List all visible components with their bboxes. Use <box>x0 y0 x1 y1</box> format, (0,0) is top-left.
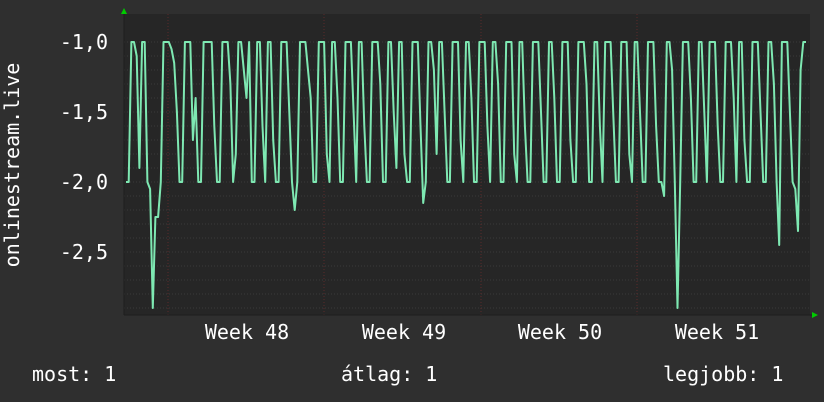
legend-current: most: 1 <box>32 362 117 386</box>
y-tick-label: -2,0 <box>60 170 108 194</box>
chart-frame: -1,0 -1,5 -2,0 -2,5 Week 48 Week 49 Week 50 We… <box>0 0 824 402</box>
y-axis-arrow-icon <box>121 8 127 14</box>
x-tick-labels: Week 48 Week 49 Week 50 Week 51 <box>205 320 759 344</box>
legend-max: legjobb: 1 <box>663 362 784 386</box>
y-tick-label: -2,5 <box>60 240 108 264</box>
line-chart: -1,0-1,5-2,0-2,5 Week 48 Week 49 Week 50 We… <box>0 8 818 344</box>
y-tick-labels: -1,0 -1,5 -2,0 -2,5 <box>60 30 108 264</box>
x-tick-label: Week 48 <box>205 320 289 344</box>
x-tick-label: Week 51 <box>675 320 759 344</box>
legend-average: átlag: 1 <box>341 362 438 386</box>
y-tick-label: -1,5 <box>60 100 108 124</box>
y-tick-label: -1,0 <box>60 30 108 54</box>
x-tick-label: Week 50 <box>518 320 602 344</box>
y-axis-title: onlinestream.live <box>0 63 24 268</box>
x-axis-arrow-icon <box>812 312 818 318</box>
x-tick-label: Week 49 <box>362 320 446 344</box>
